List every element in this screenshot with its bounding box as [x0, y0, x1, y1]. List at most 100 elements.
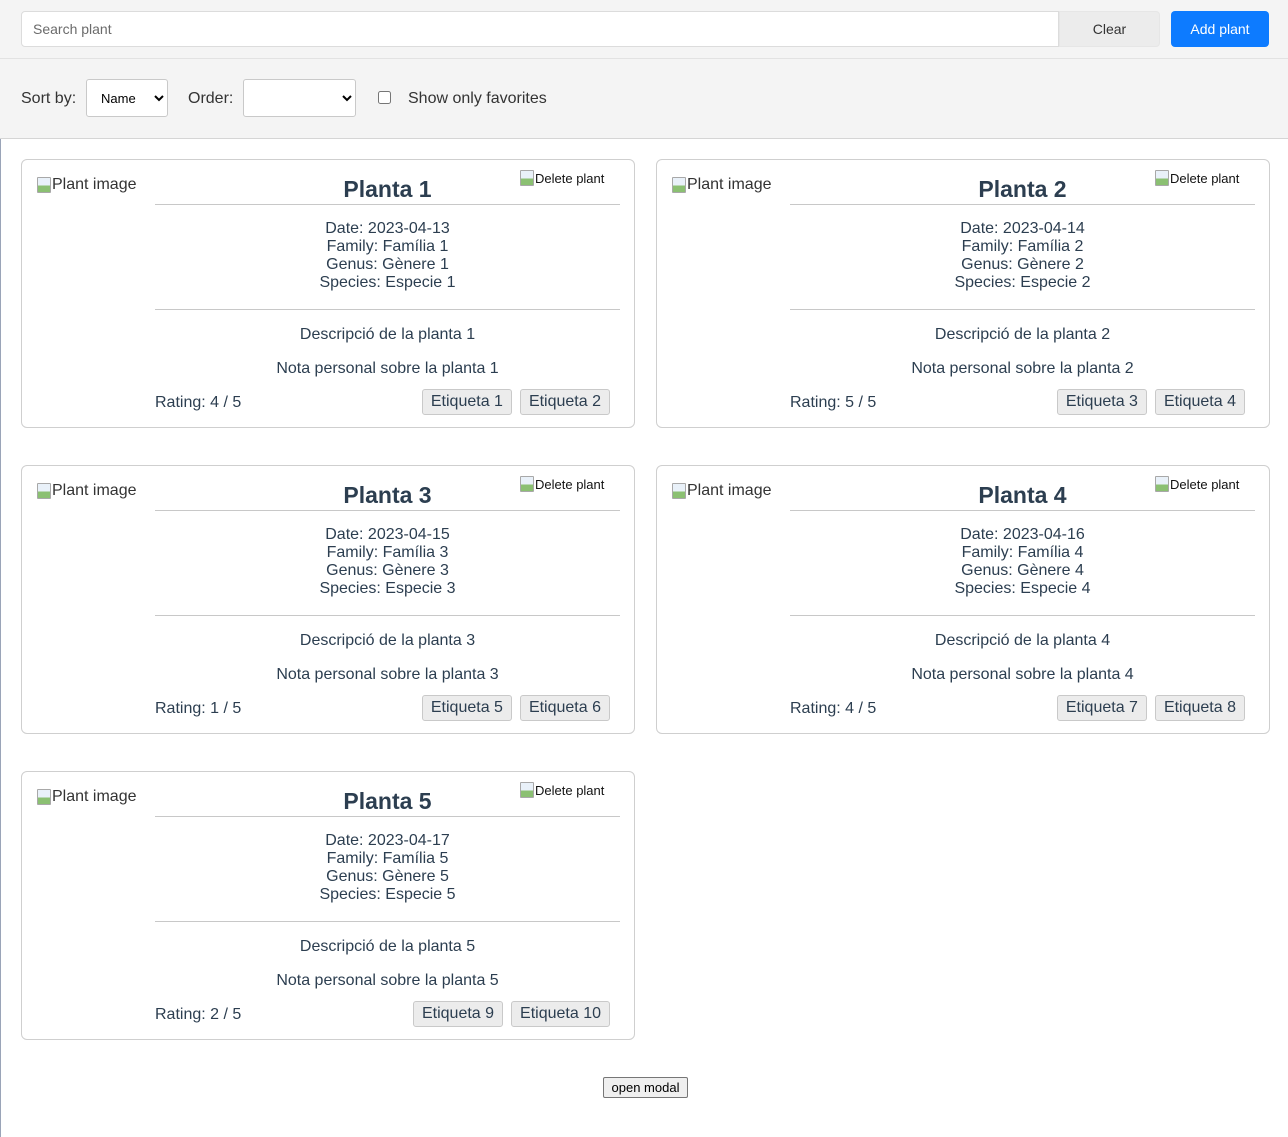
plant-date: 2023-04-13 — [367, 220, 450, 237]
plant-rating: Rating: 2 / 5 — [155, 1006, 241, 1024]
plant-image-alt: Plant image — [52, 788, 137, 805]
date-label: Date: — [325, 220, 368, 237]
family-label: Family: — [326, 544, 383, 561]
plant-image: Plant image — [37, 176, 137, 194]
plant-description: Descripció de la planta 4 — [934, 632, 1111, 649]
plant-name: Planta 2 — [978, 176, 1067, 202]
plant-species-row: Species: Especie 4 — [790, 580, 1255, 598]
species-label: Species: — [319, 580, 386, 597]
plant-species-row: Species: Especie 1 — [155, 274, 620, 292]
plant-tags: Etiqueta 5 Etiqueta 6 — [421, 695, 610, 721]
tag-button[interactable]: Etiqueta 8 — [1154, 695, 1245, 721]
plant-family: Família 3 — [382, 544, 449, 561]
rating-label: Rating: — [790, 700, 846, 717]
plant-info: Date: 2023-04-13 Family: Família 1 Genus… — [155, 220, 620, 292]
divider — [155, 615, 620, 616]
plant-card-4: Plant image Delete plant Planta 4 Date: … — [656, 465, 1270, 734]
tag-button[interactable]: Etiqueta 2 — [519, 389, 610, 415]
tag-button[interactable]: Etiqueta 7 — [1056, 695, 1147, 721]
plant-genus: Gènere 2 — [1017, 256, 1084, 273]
plant-description: Descripció de la planta 2 — [934, 326, 1111, 343]
search-bar: Clear Add plant — [0, 0, 1288, 59]
plant-date: 2023-04-14 — [1002, 220, 1085, 237]
plant-image: Plant image — [37, 482, 137, 500]
tag-button[interactable]: Etiqueta 10 — [511, 1001, 610, 1027]
order-label: Order: — [188, 90, 234, 107]
plant-date: 2023-04-15 — [367, 526, 450, 543]
plant-genus: Gènere 5 — [382, 868, 449, 885]
plant-note: Nota personal sobre la planta 1 — [276, 360, 499, 377]
rating-value: 4 — [210, 394, 220, 411]
divider — [790, 309, 1255, 310]
family-label: Family: — [326, 850, 383, 867]
favorites-label[interactable]: Show only favorites — [408, 90, 547, 108]
plant-family-row: Family: Família 3 — [155, 544, 620, 562]
sort-by-select[interactable]: Name — [86, 79, 168, 117]
tag-button[interactable]: Etiqueta 1 — [421, 389, 512, 415]
plant-species-row: Species: Especie 5 — [155, 886, 620, 904]
add-plant-button[interactable]: Add plant — [1171, 11, 1269, 47]
plant-genus-row: Genus: Gènere 1 — [155, 256, 620, 274]
order-select[interactable] — [243, 79, 356, 117]
plant-species: Especie 3 — [385, 580, 456, 597]
plant-note: Nota personal sobre la planta 5 — [276, 972, 499, 989]
open-modal-button[interactable]: open modal — [603, 1077, 688, 1098]
divider — [155, 204, 620, 205]
plant-rating: Rating: 5 / 5 — [790, 394, 876, 412]
rating-max: / 5 — [854, 394, 877, 411]
plant-family-row: Family: Família 1 — [155, 238, 620, 256]
plant-card-5: Plant image Delete plant Planta 5 Date: … — [21, 771, 635, 1040]
plant-family: Família 2 — [1017, 238, 1084, 255]
divider — [155, 309, 620, 310]
plant-name: Planta 5 — [343, 788, 432, 814]
plant-date-row: Date: 2023-04-14 — [790, 220, 1255, 238]
plant-family-row: Family: Família 5 — [155, 850, 620, 868]
genus-label: Genus: — [326, 256, 383, 273]
plant-tags: Etiqueta 3 Etiqueta 4 — [1056, 389, 1245, 415]
rating-max: / 5 — [219, 394, 242, 411]
plant-family-row: Family: Família 2 — [790, 238, 1255, 256]
tag-button[interactable]: Etiqueta 5 — [421, 695, 512, 721]
plant-note: Nota personal sobre la planta 4 — [911, 666, 1134, 683]
favorites-checkbox[interactable] — [378, 91, 391, 104]
plant-date-row: Date: 2023-04-16 — [790, 526, 1255, 544]
genus-label: Genus: — [326, 868, 383, 885]
plant-date-row: Date: 2023-04-13 — [155, 220, 620, 238]
rating-value: 5 — [845, 394, 855, 411]
divider — [790, 510, 1255, 511]
tag-button[interactable]: Etiqueta 9 — [412, 1001, 504, 1027]
plant-image-alt: Plant image — [52, 482, 137, 499]
rating-value: 1 — [210, 700, 220, 717]
divider — [155, 816, 620, 817]
broken-image-icon — [37, 789, 51, 805]
search-input[interactable] — [21, 11, 1059, 47]
broken-image-icon — [672, 177, 686, 193]
plant-image-alt: Plant image — [52, 176, 137, 193]
plant-date-row: Date: 2023-04-17 — [155, 832, 620, 850]
plant-description: Descripció de la planta 3 — [299, 632, 476, 649]
plant-info: Date: 2023-04-16 Family: Família 4 Genus… — [790, 526, 1255, 598]
date-label: Date: — [960, 220, 1003, 237]
tag-button[interactable]: Etiqueta 6 — [519, 695, 610, 721]
plant-description: Descripció de la planta 1 — [299, 326, 476, 343]
plant-name: Planta 1 — [343, 176, 432, 202]
clear-button[interactable]: Clear — [1059, 11, 1160, 47]
plant-info: Date: 2023-04-15 Family: Família 3 Genus… — [155, 526, 620, 598]
plant-genus-row: Genus: Gènere 4 — [790, 562, 1255, 580]
rating-max: / 5 — [219, 700, 242, 717]
plant-rating: Rating: 4 / 5 — [790, 700, 876, 718]
rating-value: 2 — [210, 1006, 220, 1023]
plant-species: Especie 2 — [1020, 274, 1091, 291]
plant-family: Família 4 — [1017, 544, 1084, 561]
plant-date-row: Date: 2023-04-15 — [155, 526, 620, 544]
plant-species-row: Species: Especie 3 — [155, 580, 620, 598]
plant-name: Planta 4 — [978, 482, 1067, 508]
divider — [155, 921, 620, 922]
genus-label: Genus: — [961, 562, 1018, 579]
plant-description: Descripció de la planta 5 — [299, 938, 476, 955]
plant-date: 2023-04-16 — [1002, 526, 1085, 543]
species-label: Species: — [954, 580, 1021, 597]
tag-button[interactable]: Etiqueta 3 — [1056, 389, 1147, 415]
plant-tags: Etiqueta 1 Etiqueta 2 — [421, 389, 610, 415]
tag-button[interactable]: Etiqueta 4 — [1154, 389, 1245, 415]
